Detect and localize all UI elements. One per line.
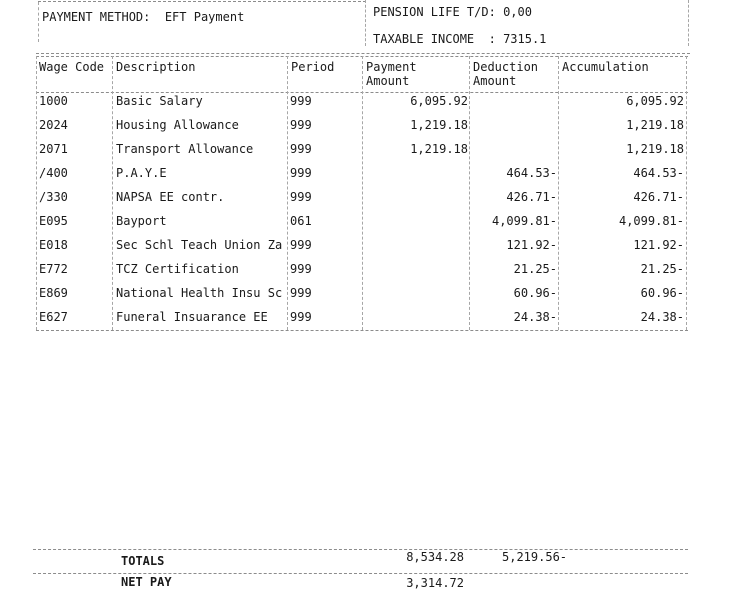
payment-amount-cell: 6,095.92 [410, 94, 468, 108]
period-cell: 999 [290, 142, 312, 156]
period-cell: 999 [290, 238, 312, 252]
wage-code-cell: E627 [39, 310, 68, 324]
header-divider [365, 0, 366, 46]
deduction-amount-cell: 121.92- [506, 238, 557, 252]
col-border-3 [362, 56, 363, 330]
accumulation-cell: 1,219.18 [626, 142, 684, 156]
wage-code-cell: E018 [39, 238, 68, 252]
header-right-border [688, 0, 689, 46]
net-pay-label: NET PAY [121, 575, 172, 589]
period-cell: 061 [290, 214, 312, 228]
accumulation-cell: 6,095.92 [626, 94, 684, 108]
deduction-amount-cell: 426.71- [506, 190, 557, 204]
accumulation-cell: 121.92- [633, 238, 684, 252]
totals-divider [33, 573, 688, 574]
description-cell: P.A.Y.E [116, 166, 167, 180]
description-cell: National Health Insu Sc [116, 286, 283, 300]
description-cell: Transport Allowance [116, 142, 254, 156]
payment-method-value: EFT Payment [164, 10, 245, 24]
deduction-amount-cell: 4,099.81- [491, 214, 557, 228]
description-cell: TCZ Certification [116, 262, 239, 276]
header-top-border [38, 1, 366, 2]
deduction-amount-cell: 60.96- [513, 286, 557, 300]
col-header-payment: Payment Amount [366, 60, 417, 88]
period-cell: 999 [290, 310, 312, 324]
wage-code-cell: E869 [39, 286, 68, 300]
accumulation-cell: 464.53- [633, 166, 684, 180]
col-header-wage-code: Wage Code [39, 60, 105, 74]
description-cell: Bayport [116, 214, 167, 228]
wage-code-cell: /400 [39, 166, 68, 180]
pension-life: PENSION LIFE T/D: 0,00 [373, 5, 532, 19]
period-cell: 999 [290, 286, 312, 300]
wage-code-cell: E772 [39, 262, 68, 276]
accumulation-cell: 21.25- [640, 262, 684, 276]
taxable-income: TAXABLE INCOME : 7315.1 [373, 32, 546, 46]
deduction-amount-cell: 464.53- [506, 166, 557, 180]
col-header-period: Period [291, 60, 335, 74]
period-cell: 999 [290, 190, 312, 204]
deduction-amount-cell: 21.25- [513, 262, 557, 276]
payment-amount-cell: 1,219.18 [410, 142, 468, 156]
period-cell: 999 [290, 166, 312, 180]
taxable-label: TAXABLE INCOME : [373, 32, 496, 46]
description-cell: Funeral Insuarance EE [116, 310, 268, 324]
pension-value: 0,00 [503, 5, 532, 19]
col-header-accumulation: Accumulation [562, 60, 649, 74]
accumulation-cell: 60.96- [640, 286, 684, 300]
table-top-border [36, 53, 690, 54]
col-border-2 [287, 56, 288, 330]
wage-code-cell: 2024 [39, 118, 68, 132]
period-cell: 999 [290, 262, 312, 276]
accumulation-cell: 426.71- [633, 190, 684, 204]
col-header-description: Description [116, 60, 196, 74]
totals-top-border [33, 549, 688, 550]
description-cell: NAPSA EE contr. [116, 190, 225, 204]
col-header-payment-line1: Payment [366, 60, 417, 74]
deduction-total: 5,219.56- [502, 550, 568, 564]
table-bottom-border [36, 330, 688, 331]
accumulation-cell: 1,219.18 [626, 118, 684, 132]
payment-amount-cell: 1,219.18 [410, 118, 468, 132]
description-cell: Sec Schl Teach Union Za [116, 238, 283, 252]
col-header-deduction-line1: Deduction [473, 60, 539, 74]
accumulation-cell: 4,099.81- [618, 214, 684, 228]
payment-total: 8,534.28 [406, 550, 464, 564]
col-border-left [36, 56, 37, 330]
col-border-right [686, 56, 687, 330]
col-border-5 [558, 56, 559, 330]
totals-label: TOTALS [121, 554, 165, 568]
payment-method-label: PAYMENT METHOD: [42, 10, 151, 24]
deduction-amount-cell: 24.38- [513, 310, 557, 324]
pension-label: PENSION LIFE T/D: [373, 5, 496, 19]
taxable-value: 7315.1 [503, 32, 547, 46]
description-cell: Housing Allowance [116, 118, 239, 132]
col-header-deduction-line2: Amount [473, 74, 517, 88]
wage-code-cell: 2071 [39, 142, 68, 156]
wage-code-cell: 1000 [39, 94, 68, 108]
description-cell: Basic Salary [116, 94, 203, 108]
col-header-deduction: Deduction Amount [473, 60, 538, 88]
col-header-payment-line2: Amount [366, 74, 410, 88]
net-pay-value: 3,314.72 [406, 576, 464, 590]
header-left-border [38, 2, 39, 42]
wage-code-cell: /330 [39, 190, 68, 204]
accumulation-cell: 24.38- [640, 310, 684, 324]
col-border-4 [469, 56, 470, 330]
wage-code-cell: E095 [39, 214, 68, 228]
payment-method: PAYMENT METHOD: EFT Payment [42, 10, 244, 24]
period-cell: 999 [290, 94, 312, 108]
period-cell: 999 [290, 118, 312, 132]
col-border-1 [112, 56, 113, 330]
